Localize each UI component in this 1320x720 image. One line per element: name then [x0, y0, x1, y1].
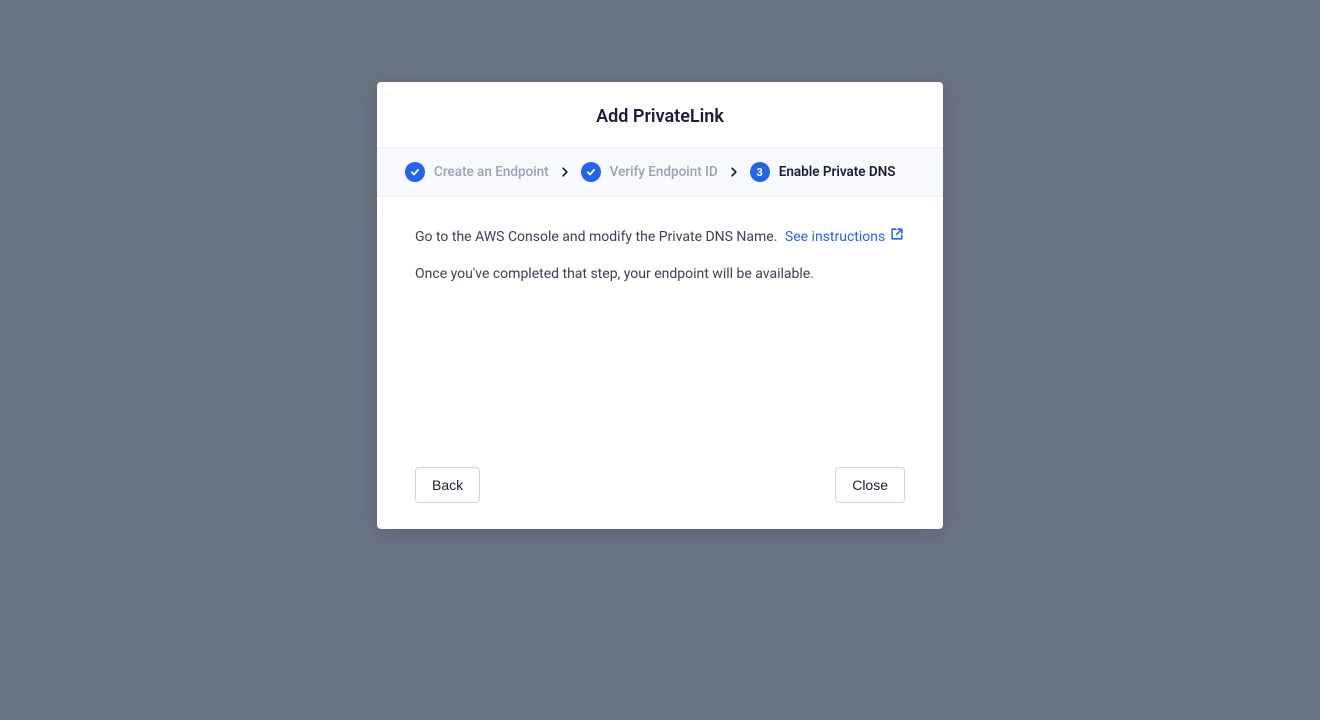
- instruction-line-2: Once you've completed that step, your en…: [415, 264, 905, 285]
- check-icon: [405, 162, 425, 182]
- add-privatelink-modal: Add PrivateLink Create an Endpoint Verif…: [377, 82, 943, 529]
- modal-footer: Back Close: [377, 455, 943, 529]
- see-instructions-link[interactable]: See instructions: [785, 227, 904, 248]
- modal-header: Add PrivateLink: [377, 82, 943, 147]
- check-icon: [581, 162, 601, 182]
- stepper: Create an Endpoint Verify Endpoint ID 3 …: [377, 147, 943, 197]
- link-text: See instructions: [785, 227, 885, 248]
- step-enable-dns: 3 Enable Private DNS: [750, 162, 896, 182]
- close-button[interactable]: Close: [835, 467, 905, 503]
- step-label: Create an Endpoint: [434, 164, 549, 180]
- step-label: Verify Endpoint ID: [610, 164, 718, 180]
- instruction-text: Go to the AWS Console and modify the Pri…: [415, 229, 777, 245]
- chevron-right-icon: [559, 166, 571, 178]
- external-link-icon: [890, 227, 904, 248]
- chevron-right-icon: [728, 166, 740, 178]
- step-create-endpoint: Create an Endpoint: [405, 162, 549, 182]
- back-button[interactable]: Back: [415, 467, 480, 503]
- step-number-badge: 3: [750, 162, 770, 182]
- modal-body: Go to the AWS Console and modify the Pri…: [377, 197, 943, 455]
- modal-title: Add PrivateLink: [401, 106, 919, 127]
- instruction-line-1: Go to the AWS Console and modify the Pri…: [415, 227, 905, 248]
- step-label: Enable Private DNS: [779, 164, 896, 180]
- step-verify-endpoint: Verify Endpoint ID: [581, 162, 718, 182]
